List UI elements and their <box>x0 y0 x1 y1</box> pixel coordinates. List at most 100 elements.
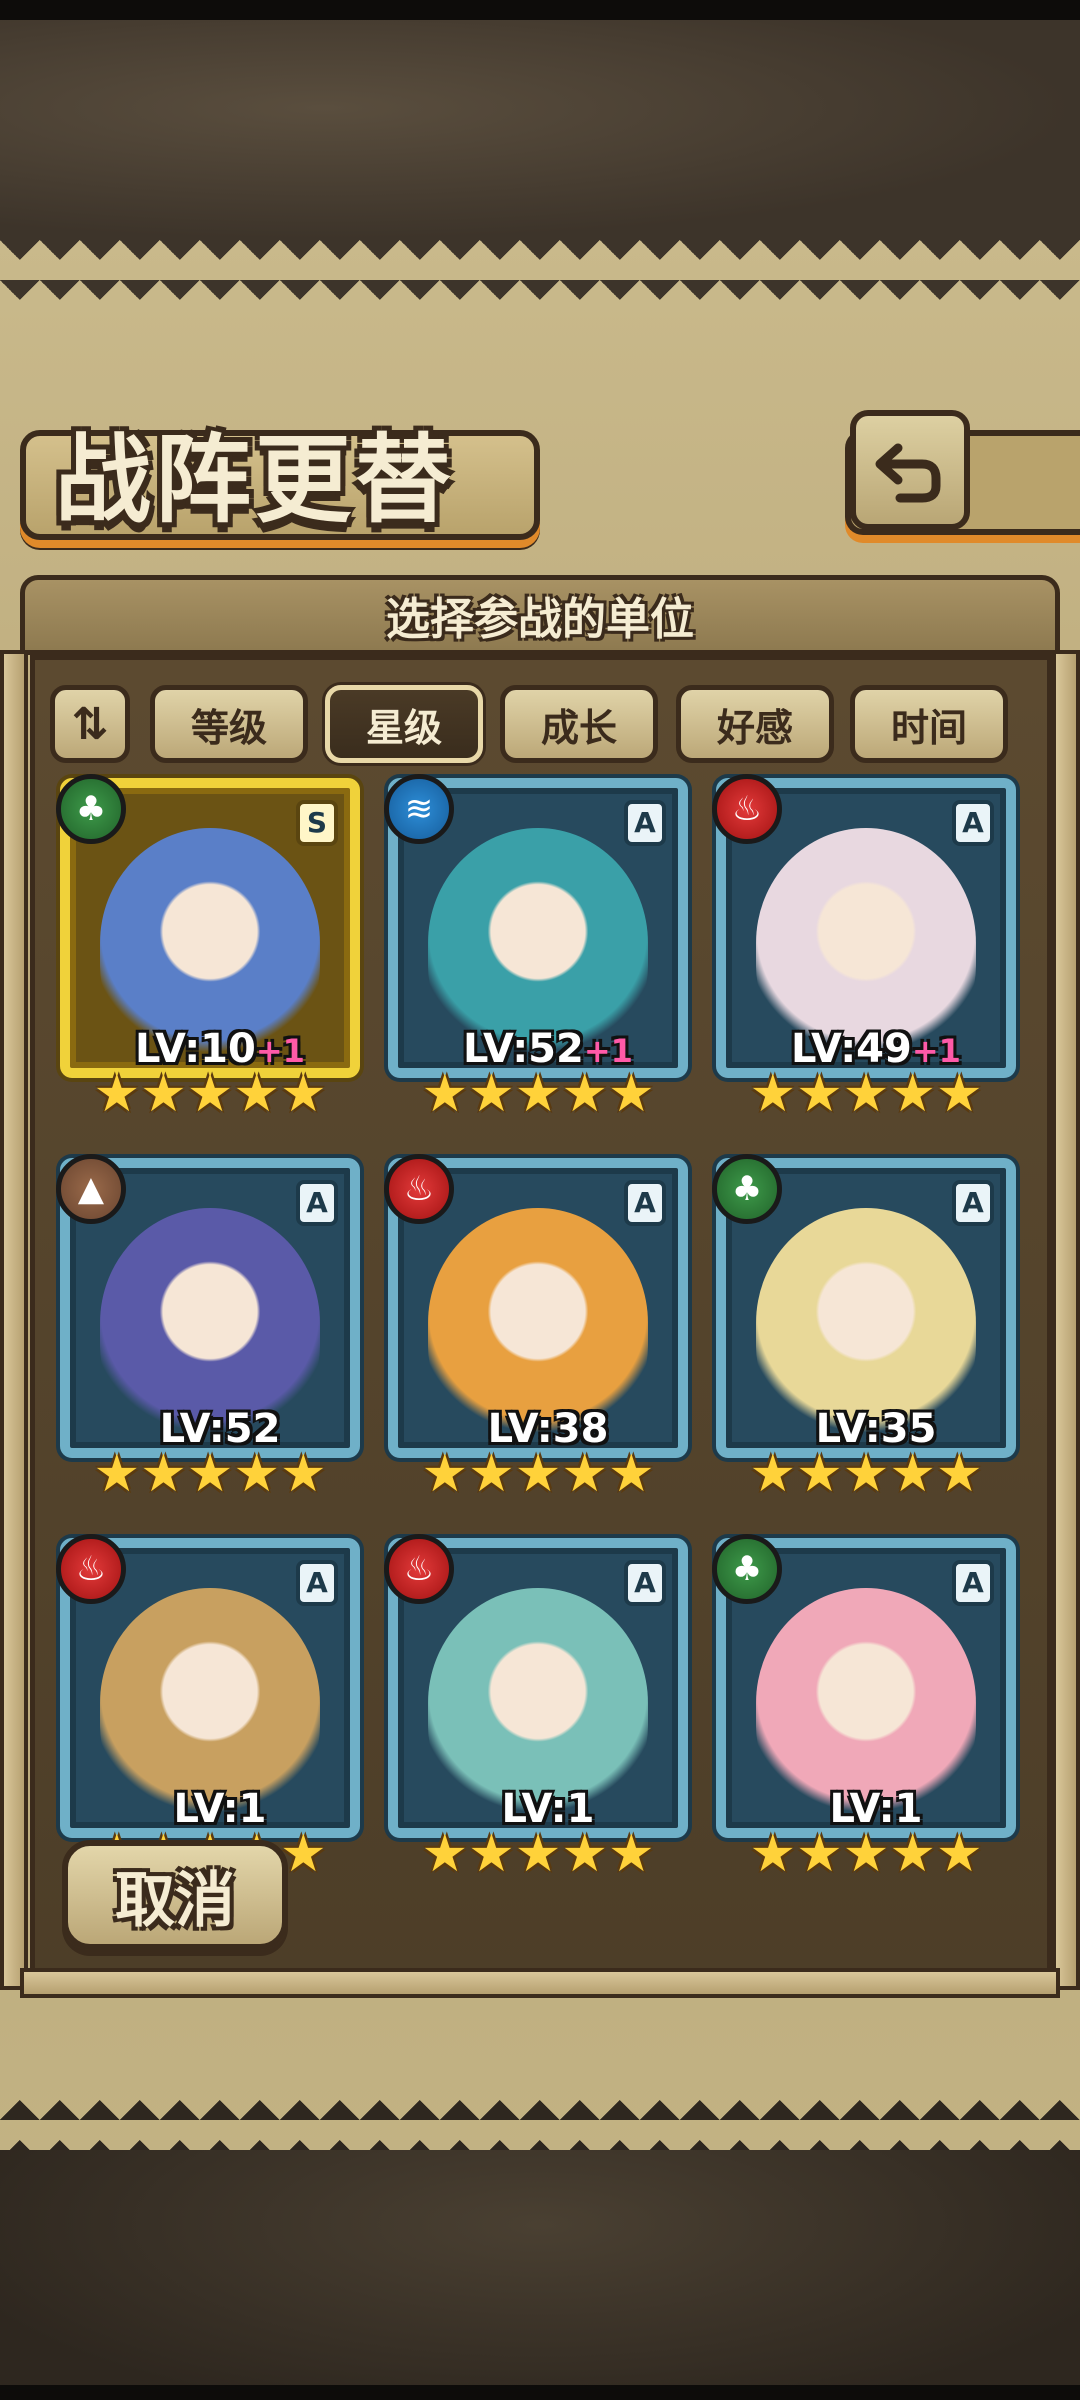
star-icon: ★ <box>935 1064 983 1124</box>
star-icon: ★ <box>561 1824 608 1884</box>
star-icon: ★ <box>140 1064 187 1124</box>
unit-portrait <box>428 828 648 1058</box>
star-icon: ★ <box>421 1824 469 1884</box>
star-icon: ★ <box>468 1824 515 1884</box>
unit-portrait <box>428 1588 648 1818</box>
star-icon: ★ <box>233 1064 280 1124</box>
panel-rail-left <box>0 650 28 1990</box>
star-rating: ★★★★★ <box>749 1064 982 1124</box>
star-icon: ★ <box>514 1824 562 1884</box>
star-icon: ★ <box>749 1824 797 1884</box>
wood-element-icon: ♣ <box>56 774 126 844</box>
sort-order-toggle[interactable]: ⇅ <box>50 685 130 763</box>
unit-portrait <box>100 828 320 1058</box>
unit-portrait <box>428 1208 648 1438</box>
panel-rail-right <box>1052 650 1080 1990</box>
unit-card[interactable]: A LV:38 ♨ ★ ★ ★ ★ ★ <box>384 1154 688 1508</box>
tab-label: 成长 <box>540 705 617 750</box>
star-icon: ★ <box>514 1444 562 1504</box>
unit-card[interactable]: A LV:49+1 ♨ ★ ★ ★ ★ ★ <box>712 774 1016 1128</box>
star-icon: ★ <box>279 1064 327 1124</box>
rank-badge: S <box>296 800 338 846</box>
star-rating: ★★★★★ <box>421 1444 654 1504</box>
rank-badge: A <box>624 800 666 846</box>
rank-badge: A <box>624 1180 666 1226</box>
star-icon: ★ <box>468 1444 515 1504</box>
star-icon: ★ <box>796 1064 843 1124</box>
rank-badge: A <box>296 1560 338 1606</box>
unit-card[interactable]: ALV:1♨★★★★★ <box>384 1534 688 1888</box>
tab-label: 等级 <box>190 705 267 750</box>
star-icon: ★ <box>186 1064 234 1124</box>
star-icon: ★ <box>607 1064 655 1124</box>
return-arrow-icon <box>875 443 941 503</box>
unit-card[interactable]: A LV:52 ▲ ★ ★ ★ ★ ★ <box>56 1154 360 1508</box>
tab-affection[interactable]: 好感 <box>676 685 834 763</box>
wood-element-icon: ♣ <box>712 1154 782 1224</box>
water-element-icon: ≋ <box>384 774 454 844</box>
tab-level[interactable]: 等级 <box>150 685 308 763</box>
unit-portrait <box>756 1588 976 1818</box>
cancel-label: 取消 <box>115 1865 235 1936</box>
unit-card[interactable]: S LV:10+1 ♣ ★ ★ ★ ★ ★ <box>56 774 360 1128</box>
star-rating: ★★★★★ <box>93 1064 326 1124</box>
star-icon: ★ <box>796 1824 843 1884</box>
unit-card[interactable]: A LV:35 ♣ ★ ★ ★ ★ ★ <box>712 1154 1016 1508</box>
fire-element-icon: ♨ <box>384 1154 454 1224</box>
panel-bottom-rail <box>20 1968 1060 1998</box>
fire-element-icon: ♨ <box>384 1534 454 1604</box>
sort-order-icon: ⇅ <box>71 698 109 750</box>
rank-badge: A <box>952 1560 994 1606</box>
tab-growth[interactable]: 成长 <box>500 685 658 763</box>
fire-element-icon: ♨ <box>56 1534 126 1604</box>
star-icon: ★ <box>889 1824 936 1884</box>
status-bar <box>0 0 1080 20</box>
star-icon: ★ <box>514 1064 562 1124</box>
wood-element-icon: ♣ <box>712 1534 782 1604</box>
fire-element-icon: ♨ <box>712 774 782 844</box>
star-icon: ★ <box>796 1444 843 1504</box>
star-icon: ★ <box>842 1444 890 1504</box>
subtitle-bar: 选择参战的单位 <box>20 575 1060 655</box>
tab-time[interactable]: 时间 <box>850 685 1008 763</box>
star-icon: ★ <box>935 1444 983 1504</box>
star-rating: ★★★★★ <box>749 1444 982 1504</box>
star-icon: ★ <box>561 1444 608 1504</box>
star-icon: ★ <box>935 1824 983 1884</box>
star-rating: ★★★★★ <box>749 1824 982 1884</box>
star-icon: ★ <box>421 1064 469 1124</box>
nav-strip <box>0 2385 1080 2400</box>
star-icon: ★ <box>93 1444 141 1504</box>
tab-label: 好感 <box>716 705 793 750</box>
world-map-background <box>0 20 1080 240</box>
subtitle: 选择参战的单位 <box>386 594 694 645</box>
unit-card[interactable]: ALV:1♨★★★★★ <box>56 1534 360 1888</box>
unit-portrait <box>756 828 976 1058</box>
world-map-background-bottom <box>0 2150 1080 2400</box>
tab-label: 星级 <box>365 705 442 750</box>
star-icon: ★ <box>561 1064 608 1124</box>
star-icon: ★ <box>468 1064 515 1124</box>
star-icon: ★ <box>889 1444 936 1504</box>
back-button[interactable] <box>850 410 970 530</box>
star-rating: ★★★★★ <box>421 1064 654 1124</box>
unit-card[interactable]: A LV:1 ♣ ★ ★ ★ ★ ★ <box>712 1534 1016 1888</box>
page-title: 战阵更替 <box>55 424 455 536</box>
star-icon: ★ <box>607 1824 655 1884</box>
rank-badge: A <box>296 1180 338 1226</box>
tab-stars[interactable]: 星级 <box>325 685 483 763</box>
star-rating: ★★★★★ <box>421 1824 654 1884</box>
star-icon: ★ <box>889 1064 936 1124</box>
star-icon: ★ <box>421 1444 469 1504</box>
star-icon: ★ <box>279 1444 327 1504</box>
star-icon: ★ <box>749 1064 797 1124</box>
unit-portrait <box>100 1208 320 1438</box>
earth-element-icon: ▲ <box>56 1154 126 1224</box>
unit-card[interactable]: A LV:52+1 ≋ ★ ★ ★ ★ ★ <box>384 774 688 1128</box>
star-icon: ★ <box>186 1444 234 1504</box>
star-icon: ★ <box>749 1444 797 1504</box>
tab-label: 时间 <box>890 705 967 750</box>
cancel-button[interactable]: 取消 <box>62 1840 288 1950</box>
torn-edge-top <box>0 240 1080 300</box>
star-rating: ★★★★★ <box>93 1444 326 1504</box>
